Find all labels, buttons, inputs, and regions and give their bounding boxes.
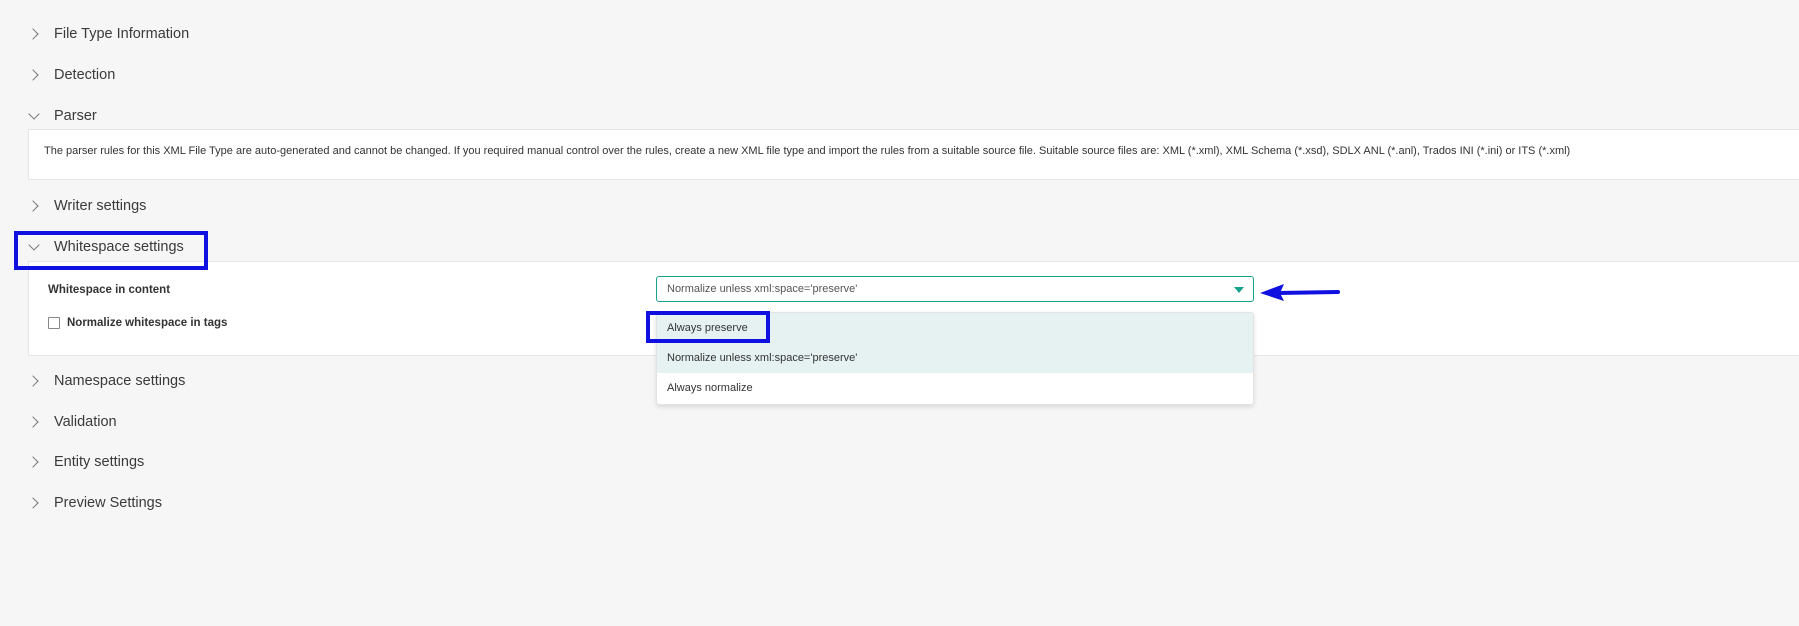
section-detection[interactable]: Detection: [28, 60, 115, 90]
section-validation[interactable]: Validation: [28, 407, 117, 437]
section-title: Entity settings: [54, 454, 145, 470]
section-title: Namespace settings: [54, 373, 186, 389]
chevron-right-icon: [28, 498, 38, 508]
normalize-tags-checkbox[interactable]: [48, 317, 60, 329]
section-file-type-information[interactable]: File Type Information: [28, 19, 189, 49]
chevron-right-icon: [28, 70, 38, 80]
section-title: Whitespace settings: [54, 239, 184, 255]
parser-description: The parser rules for this XML File Type …: [44, 145, 1571, 157]
section-whitespace-settings[interactable]: Whitespace settings: [28, 232, 184, 262]
caret-down-icon[interactable]: [1234, 287, 1244, 293]
option-normalize-unless-preserve[interactable]: Normalize unless xml:space='preserve': [657, 343, 1253, 373]
parser-panel: The parser rules for this XML File Type …: [28, 129, 1799, 180]
normalize-tags-label[interactable]: Normalize whitespace in tags: [67, 317, 227, 329]
section-title: Parser: [54, 108, 97, 124]
section-namespace-settings[interactable]: Namespace settings: [28, 366, 185, 396]
whitespace-options-dropdown: Always preserve Normalize unless xml:spa…: [656, 312, 1254, 405]
chevron-down-icon: [28, 111, 38, 121]
chevron-right-icon: [28, 457, 38, 467]
chevron-down-icon: [28, 242, 38, 252]
section-title: Writer settings: [54, 198, 147, 214]
whitespace-content-select[interactable]: Normalize unless xml:space='preserve': [656, 276, 1254, 302]
section-preview-settings[interactable]: Preview Settings: [28, 488, 162, 518]
section-title: Preview Settings: [54, 495, 162, 511]
chevron-right-icon: [28, 417, 38, 427]
section-title: File Type Information: [54, 26, 190, 42]
chevron-right-icon: [28, 29, 38, 39]
chevron-right-icon: [28, 201, 38, 211]
section-entity-settings[interactable]: Entity settings: [28, 447, 144, 477]
normalize-tags-row[interactable]: Normalize whitespace in tags: [48, 317, 227, 329]
option-always-normalize[interactable]: Always normalize: [657, 373, 1253, 403]
chevron-right-icon: [28, 376, 38, 386]
option-always-preserve[interactable]: Always preserve: [657, 313, 1253, 343]
select-value: Normalize unless xml:space='preserve': [667, 283, 858, 295]
section-writer-settings[interactable]: Writer settings: [28, 191, 146, 221]
section-title: Validation: [54, 414, 117, 430]
section-parser[interactable]: Parser: [28, 101, 97, 131]
section-title: Detection: [54, 67, 116, 83]
whitespace-content-label: Whitespace in content: [48, 284, 171, 296]
